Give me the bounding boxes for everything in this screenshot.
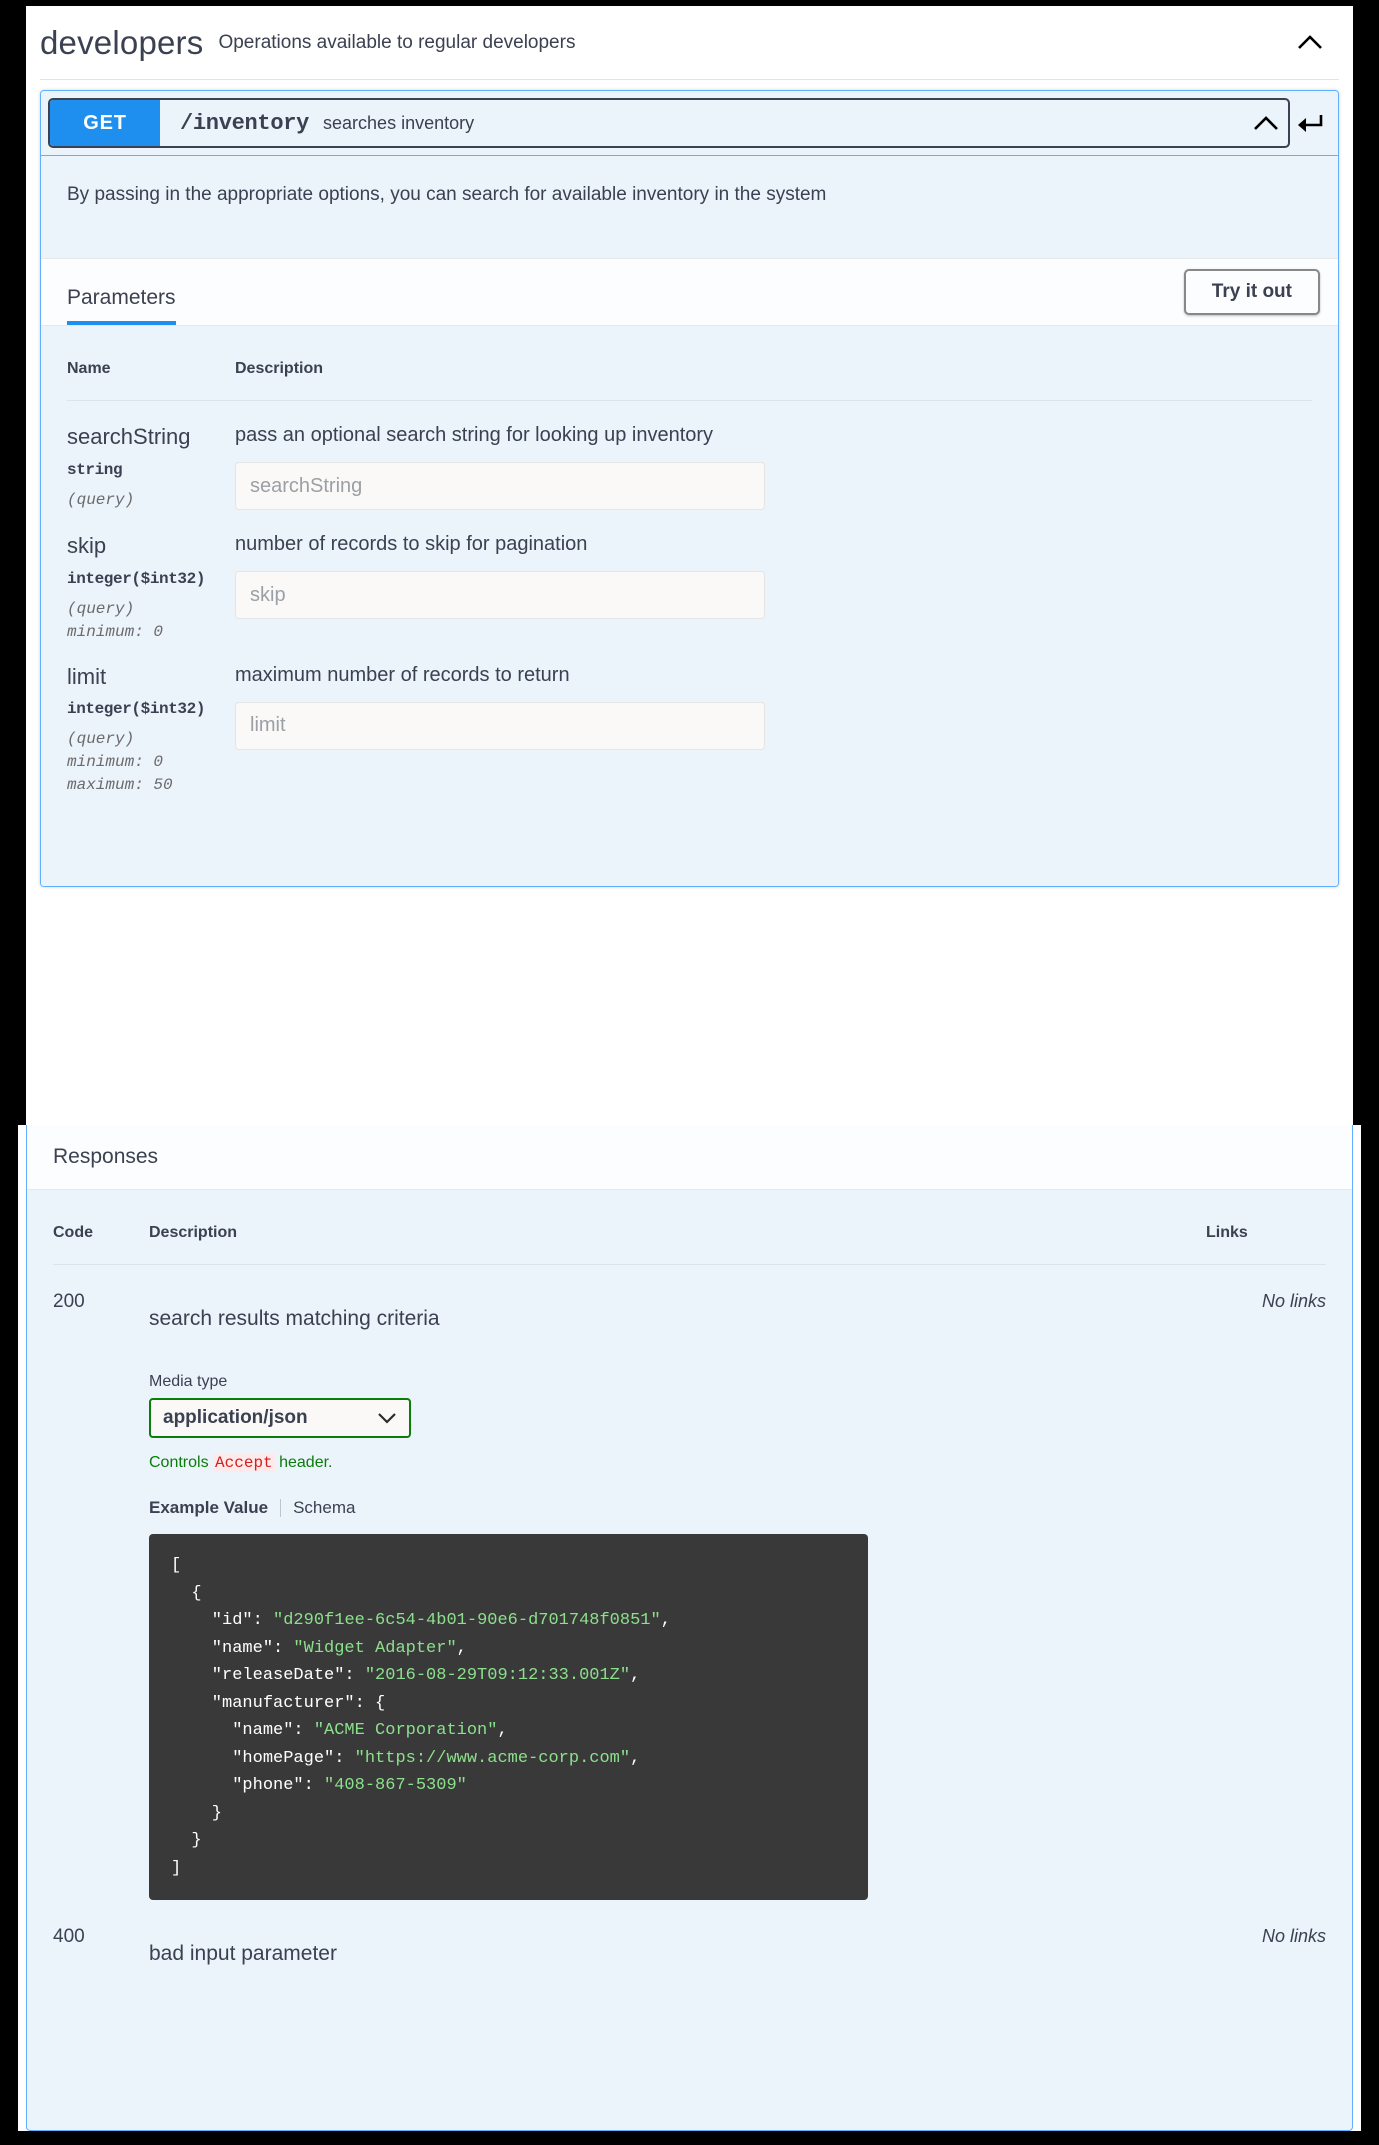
search-string-input[interactable] [235,462,765,510]
parameter-location: (query) [67,730,135,748]
parameter-name: limit [67,663,107,689]
example-tabs-divider [280,1499,282,1517]
operation-collapse-button[interactable] [1244,100,1288,146]
tag-divider [40,79,1339,80]
operation-block-get-inventory: GET /inventory searches inventory By pas… [40,90,1339,887]
operation-body: By passing in the appropriate options, y… [41,156,1338,886]
responses-header-row: Code Description Links [53,1224,1326,1265]
table-row: searchString string (query) pass an opti… [67,401,1312,511]
response-links: No links [1261,1291,1326,1311]
media-type-select[interactable]: application/json [149,1398,411,1438]
parameter-meta-cell: searchString string (query) [67,401,235,511]
parameters-table-wrap: Name Description searchString string (qu… [41,326,1338,794]
parameter-type: string [67,460,123,479]
parameters-tab-bar: Parameters Try it out [41,258,1338,326]
http-method-badge: GET [50,100,160,146]
limit-input[interactable] [235,701,765,750]
skip-input[interactable] [235,571,765,619]
responses-table: Code Description Links 200 search result… [53,1224,1326,1966]
parameter-description: number of records to skip for pagination [235,533,588,555]
parameters-bottom-spacer [41,794,1338,886]
operation-description: By passing in the appropriate options, y… [67,184,827,205]
responses-body: 200 search results matching criteria Med… [53,1265,1326,1967]
parameter-location: (query) [67,490,135,509]
chevron-down-icon [378,1413,396,1424]
responses-title: Responses [53,1145,159,1168]
parameter-meta-cell: skip integer($int32) (query) minimum: 0 [67,510,235,641]
table-row: 400 bad input parameter No links [53,1900,1326,1966]
example-value-code-block[interactable]: [ { "id": "d290f1ee-6c54-4b01-90e6-d7017… [149,1534,868,1901]
screenshot-stage: developers Operations available to regul… [0,0,1379,2145]
parameters-col-name: Name [67,360,235,401]
responses-block: Responses Code Description Links 200 sea… [26,1125,1353,2131]
tag-description: Operations available to regular develope… [218,31,576,53]
response-description: bad input parameter [149,1942,337,1966]
chevron-up-icon [1254,115,1278,130]
operation-summary-text: searches inventory [323,112,475,133]
media-type-value: application/json [163,1407,308,1428]
tag-header[interactable]: developers Operations available to regul… [26,6,1353,79]
example-schema-tabs: Example Value Schema [149,1498,1206,1518]
operation-path: /inventory [180,110,310,136]
parameter-constraint: minimum: 0 [67,622,164,641]
responses-col-links: Links [1206,1224,1326,1265]
parameter-constraint: minimum: 0 [67,753,164,771]
response-code: 200 [53,1291,85,1312]
responses-table-wrap: Code Description Links 200 search result… [27,1190,1352,1967]
parameter-description: pass an optional search string for looki… [235,424,714,446]
operation-summary-bar: GET /inventory searches inventory [41,91,1338,156]
try-it-out-button[interactable]: Try it out [1183,269,1320,315]
parameter-meta-cell: limit integer($int32) (query) minimum: 0… [67,641,235,795]
response-detail-cell: bad input parameter [149,1900,1206,1966]
response-links: No links [1261,1926,1326,1947]
parameter-name: skip [67,533,107,558]
table-row: 200 search results matching criteria Med… [53,1265,1326,1901]
parameter-type: integer($int32) [67,700,206,718]
responses-panel: Responses Code Description Links 200 sea… [18,1125,1361,2131]
arrow-return-icon [1298,115,1323,132]
parameters-body: searchString string (query) pass an opti… [67,401,1312,795]
parameters-table: Name Description searchString string (qu… [67,360,1312,794]
response-description: search results matching criteria [149,1307,440,1330]
responses-col-code: Code [53,1224,149,1265]
parameter-location: (query) [67,599,135,618]
parameter-value-cell: maximum number of records to return [235,641,1312,795]
tab-schema[interactable]: Schema [293,1498,355,1518]
media-type-label: Media type [149,1373,228,1390]
parameter-description: maximum number of records to return [235,663,570,686]
parameters-col-description: Description [235,360,1312,401]
operation-summary-clickable[interactable]: GET /inventory searches inventory [48,98,1290,148]
developers-tag-panel: developers Operations available to regul… [26,6,1353,1125]
parameter-name: searchString [67,424,191,449]
accept-header-keyword: Accept [213,1454,275,1472]
tag-collapse-button[interactable] [1289,22,1331,64]
response-detail-cell: search results matching criteria Media t… [149,1265,1206,1901]
operation-deeplink-button[interactable] [1290,113,1330,133]
responses-header: Responses [27,1125,1352,1190]
media-type-note: Controls Accept header. [149,1454,1206,1472]
response-code: 400 [53,1926,85,1948]
media-note-prefix: Controls [149,1454,209,1471]
table-row: skip integer($int32) (query) minimum: 0 … [67,510,1312,641]
responses-col-description: Description [149,1224,1206,1265]
tag-title: developers [40,23,204,61]
tab-parameters[interactable]: Parameters [67,286,176,325]
parameter-constraint: maximum: 50 [67,776,173,794]
parameters-header-row: Name Description [67,360,1312,401]
table-row: limit integer($int32) (query) minimum: 0… [67,641,1312,795]
chevron-up-icon [1298,35,1322,49]
parameter-type: integer($int32) [67,569,206,588]
parameter-value-cell: number of records to skip for pagination [235,510,1312,641]
parameter-value-cell: pass an optional search string for looki… [235,401,1312,510]
media-note-suffix: header. [279,1454,333,1471]
tab-example-value[interactable]: Example Value [149,1498,268,1518]
